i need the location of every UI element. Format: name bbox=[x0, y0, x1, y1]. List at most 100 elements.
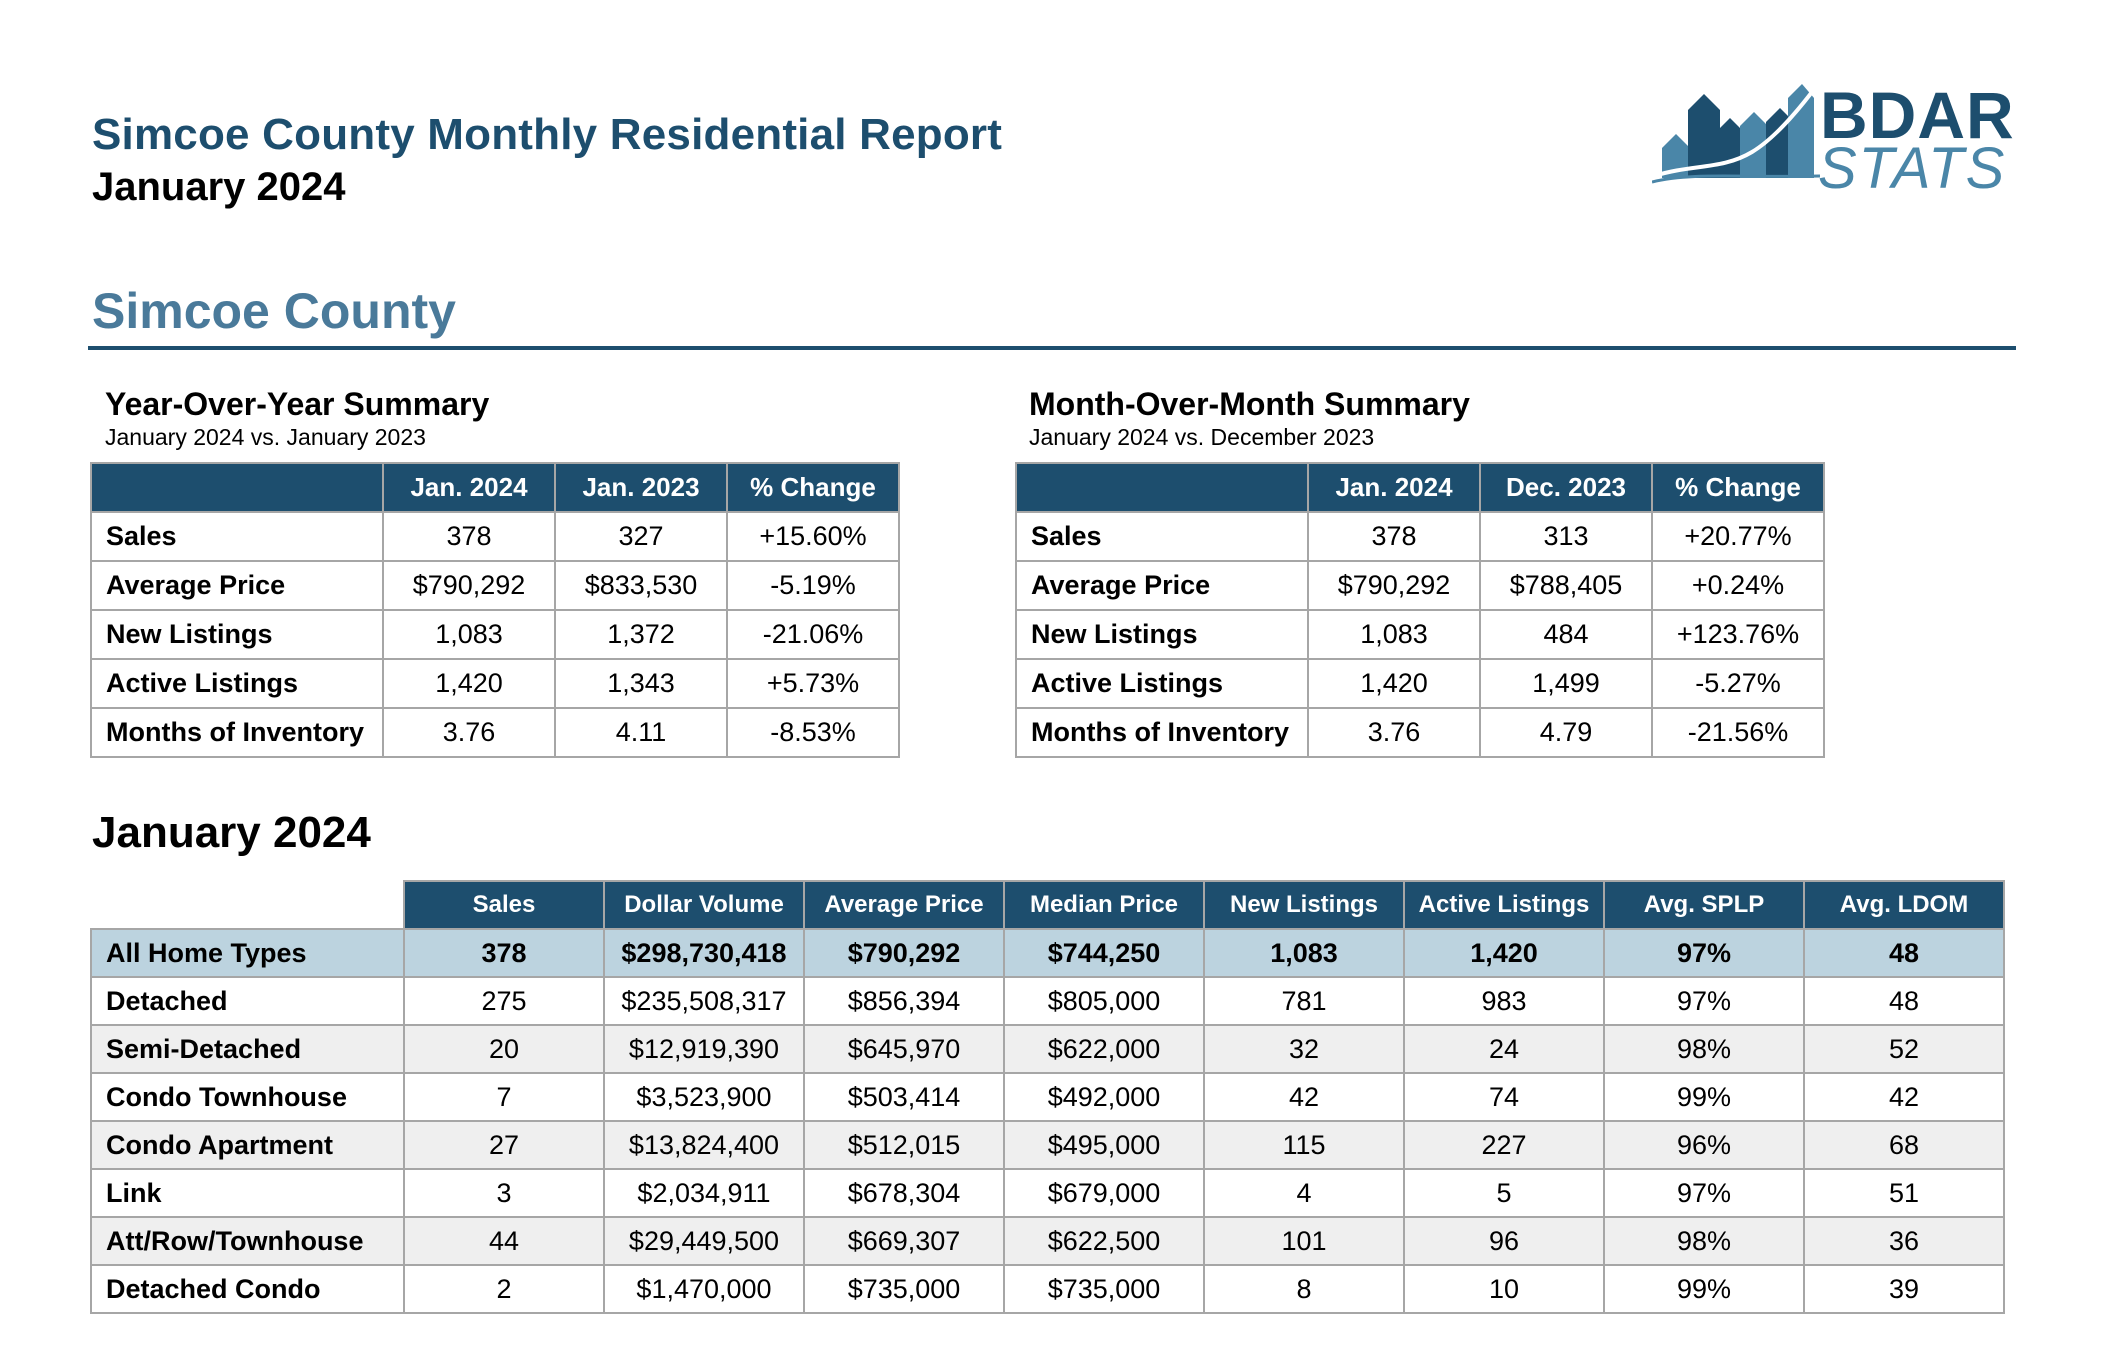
table-cell: 3.76 bbox=[1307, 707, 1481, 758]
table-cell: $833,530 bbox=[554, 560, 728, 611]
table-row: Active Listings 1,420 1,499 -5.27% bbox=[1015, 658, 1825, 709]
table-row: Months of Inventory 3.76 4.11 -8.53% bbox=[90, 707, 900, 758]
table-row: Condo Townhouse 7 $3,523,900 $503,414 $4… bbox=[90, 1072, 2005, 1122]
yoy-title: Year-Over-Year Summary bbox=[105, 386, 490, 422]
table-row: Att/Row/Townhouse 44 $29,449,500 $669,30… bbox=[90, 1216, 2005, 1266]
row-label: Active Listings bbox=[1015, 658, 1309, 709]
table-cell: $790,292 bbox=[1307, 560, 1481, 611]
table-cell: $495,000 bbox=[1003, 1120, 1205, 1170]
table-cell: 4.11 bbox=[554, 707, 728, 758]
table-cell: $788,405 bbox=[1479, 560, 1653, 611]
table-cell: 98% bbox=[1603, 1024, 1805, 1074]
column-header: % Change bbox=[1651, 462, 1825, 513]
table-cell: 1,420 bbox=[1307, 658, 1481, 709]
table-cell: -5.19% bbox=[726, 560, 900, 611]
column-header: Median Price bbox=[1003, 880, 1205, 930]
bdar-stats-logo: BDAR STATS bbox=[1652, 78, 2014, 198]
table-cell: 781 bbox=[1203, 976, 1405, 1026]
table-header-row: Jan. 2024 Dec. 2023 % Change bbox=[1015, 462, 1825, 513]
table-cell: 68 bbox=[1803, 1120, 2005, 1170]
table-row: Active Listings 1,420 1,343 +5.73% bbox=[90, 658, 900, 709]
table-cell: $790,292 bbox=[382, 560, 556, 611]
table-cell: -8.53% bbox=[726, 707, 900, 758]
yoy-table: Jan. 2024 Jan. 2023 % Change Sales 378 3… bbox=[90, 462, 900, 758]
mom-subtitle: January 2024 vs. December 2023 bbox=[1029, 424, 1375, 450]
row-label: Months of Inventory bbox=[1015, 707, 1309, 758]
table-cell: $512,015 bbox=[803, 1120, 1005, 1170]
table-cell: $12,919,390 bbox=[603, 1024, 805, 1074]
table-cell: 24 bbox=[1403, 1024, 1605, 1074]
table-header-row: Jan. 2024 Jan. 2023 % Change bbox=[90, 462, 900, 513]
section-divider bbox=[88, 346, 2016, 350]
table-row: New Listings 1,083 484 +123.76% bbox=[1015, 609, 1825, 660]
table-cell: $298,730,418 bbox=[603, 928, 805, 978]
table-cell: 42 bbox=[1203, 1072, 1405, 1122]
monthly-heading: January 2024 bbox=[92, 808, 371, 857]
table-cell: +20.77% bbox=[1651, 511, 1825, 562]
mom-title: Month-Over-Month Summary bbox=[1029, 386, 1470, 422]
table-cell: 313 bbox=[1479, 511, 1653, 562]
table-cell: $678,304 bbox=[803, 1168, 1005, 1218]
table-cell: 42 bbox=[1803, 1072, 2005, 1122]
table-cell: 97% bbox=[1603, 1168, 1805, 1218]
table-cell: 2 bbox=[403, 1264, 605, 1314]
table-cell: $2,034,911 bbox=[603, 1168, 805, 1218]
column-header: Avg. LDOM bbox=[1803, 880, 2005, 930]
row-label: Active Listings bbox=[90, 658, 384, 709]
table-cell: 27 bbox=[403, 1120, 605, 1170]
column-header: Average Price bbox=[803, 880, 1005, 930]
table-header-blank bbox=[90, 462, 384, 513]
row-label: New Listings bbox=[1015, 609, 1309, 660]
table-row: Detached 275 $235,508,317 $856,394 $805,… bbox=[90, 976, 2005, 1026]
row-label: Detached Condo bbox=[90, 1264, 405, 1314]
table-cell: 74 bbox=[1403, 1072, 1605, 1122]
table-cell: 99% bbox=[1603, 1072, 1805, 1122]
table-cell: -5.27% bbox=[1651, 658, 1825, 709]
section-heading: Simcoe County bbox=[92, 283, 456, 339]
table-cell: 275 bbox=[403, 976, 605, 1026]
row-label: New Listings bbox=[90, 609, 384, 660]
table-cell: 10 bbox=[1403, 1264, 1605, 1314]
table-header-blank bbox=[91, 881, 404, 930]
table-cell: 1,083 bbox=[382, 609, 556, 660]
table-cell: -21.56% bbox=[1651, 707, 1825, 758]
table-cell: 96 bbox=[1403, 1216, 1605, 1266]
row-label: Average Price bbox=[1015, 560, 1309, 611]
table-cell: 227 bbox=[1403, 1120, 1605, 1170]
column-header: Dollar Volume bbox=[603, 880, 805, 930]
table-row: Average Price $790,292 $833,530 -5.19% bbox=[90, 560, 900, 611]
table-cell: 7 bbox=[403, 1072, 605, 1122]
table-cell: $492,000 bbox=[1003, 1072, 1205, 1122]
table-row: New Listings 1,083 1,372 -21.06% bbox=[90, 609, 900, 660]
table-cell: 97% bbox=[1603, 928, 1805, 978]
yoy-subtitle: January 2024 vs. January 2023 bbox=[105, 424, 426, 450]
table-cell: 101 bbox=[1203, 1216, 1405, 1266]
row-label: All Home Types bbox=[90, 928, 405, 978]
table-cell: 378 bbox=[1307, 511, 1481, 562]
table-row-total: All Home Types 378 $298,730,418 $790,292… bbox=[90, 928, 2005, 978]
row-label: Link bbox=[90, 1168, 405, 1218]
house-chart-logo-icon bbox=[1652, 84, 1821, 184]
table-row: Semi-Detached 20 $12,919,390 $645,970 $6… bbox=[90, 1024, 2005, 1074]
table-cell: $805,000 bbox=[1003, 976, 1205, 1026]
table-cell: $13,824,400 bbox=[603, 1120, 805, 1170]
table-cell: 378 bbox=[403, 928, 605, 978]
logo-stats-text: STATS bbox=[1818, 136, 2007, 201]
table-cell: $3,523,900 bbox=[603, 1072, 805, 1122]
table-row: Link 3 $2,034,911 $678,304 $679,000 4 5 … bbox=[90, 1168, 2005, 1218]
table-cell: 983 bbox=[1403, 976, 1605, 1026]
table-cell: 36 bbox=[1803, 1216, 2005, 1266]
table-cell: $503,414 bbox=[803, 1072, 1005, 1122]
table-cell: $1,470,000 bbox=[603, 1264, 805, 1314]
table-cell: 1,499 bbox=[1479, 658, 1653, 709]
table-cell: -21.06% bbox=[726, 609, 900, 660]
column-header: % Change bbox=[726, 462, 900, 513]
table-cell: 4.79 bbox=[1479, 707, 1653, 758]
table-cell: 98% bbox=[1603, 1216, 1805, 1266]
row-label: Condo Townhouse bbox=[90, 1072, 405, 1122]
table-cell: 32 bbox=[1203, 1024, 1405, 1074]
table-header-row: Sales Dollar Volume Average Price Median… bbox=[91, 880, 2005, 930]
table-cell: 5 bbox=[1403, 1168, 1605, 1218]
row-label: Condo Apartment bbox=[90, 1120, 405, 1170]
table-cell: 1,372 bbox=[554, 609, 728, 660]
